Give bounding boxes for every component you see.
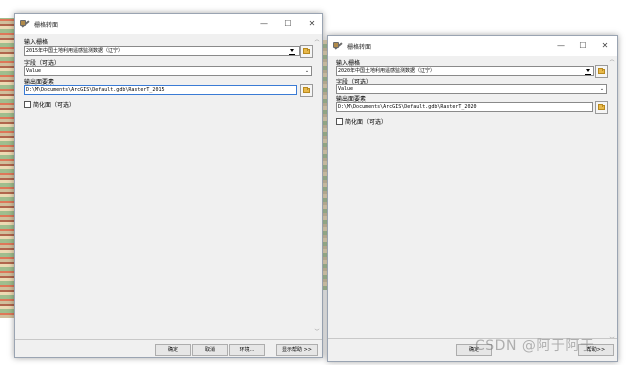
folder-icon [303,87,310,93]
input-raster-dropdown-icon[interactable] [288,47,296,55]
browse-input-button[interactable] [595,65,608,78]
environment-button[interactable]: 环境... [229,344,265,356]
simplify-option[interactable]: 简化面（可选） [336,117,387,126]
input-raster-dropdown-icon[interactable] [584,67,592,75]
simplify-option[interactable]: 简化面（可选） [24,100,75,109]
output-value: D:\M\Documents\ArcGIS\Default.gdb\Raster… [26,87,165,93]
maximize-button[interactable]: ☐ [275,14,301,34]
raster-to-polygon-dialog-2015: 栅格转面 — ☐ ✕ 输入栅格 2015年中国土地利用遥感监测数据（辽宁） 字段… [14,13,323,358]
field-value: Value [26,68,42,74]
close-button[interactable]: ✕ [299,14,325,34]
field-select[interactable]: Value [336,84,607,94]
ok-button[interactable]: 确定 [155,344,191,356]
cancel-button[interactable]: 取消 [192,344,228,356]
show-help-button[interactable]: 显示帮助 >> [276,344,318,356]
csdn-watermark: CSDN @阿于阿于 [475,338,595,354]
close-button[interactable]: ✕ [592,36,618,56]
dialog-title: 栅格转面 [347,43,372,51]
minimize-button[interactable]: — [251,14,277,34]
browse-input-button[interactable] [300,45,313,58]
output-features-input[interactable]: D:\M\Documents\ArcGIS\Default.gdb\Raster… [24,85,297,95]
input-raster-combo[interactable]: 2015年中国土地利用遥感监测数据（辽宁） [24,46,300,56]
map-background-strip [0,18,14,318]
simplify-checkbox[interactable] [24,101,31,108]
raster-to-polygon-dialog-2020: 栅格转面 — ☐ ✕ 输入栅格 2020年中国土地利用遥感监测数据（辽宁） 字段… [327,35,618,362]
tool-icon [333,41,343,51]
chevron-down-icon[interactable]: ⌄ [598,85,606,93]
folder-icon [598,104,605,110]
input-raster-combo[interactable]: 2020年中国土地利用遥感监测数据（辽宁） [336,66,594,76]
field-value: Value [338,86,354,92]
simplify-label: 简化面（可选） [33,102,76,109]
folder-icon [303,48,310,54]
browse-output-button[interactable] [300,84,313,97]
scroll-up-icon[interactable]: ︿ [313,36,321,44]
title-bar[interactable]: 栅格转面 — ☐ ✕ [15,14,322,34]
vertical-scrollbar[interactable]: ︿ ﹀ [313,36,321,336]
title-bar[interactable]: 栅格转面 — ☐ ✕ [328,36,617,56]
tool-icon [20,19,30,29]
dialog-title: 栅格转面 [34,21,59,29]
scroll-down-icon[interactable]: ﹀ [313,328,321,336]
simplify-checkbox[interactable] [336,118,343,125]
field-select[interactable]: Value [24,66,312,76]
output-features-input[interactable]: D:\M\Documents\ArcGIS\Default.gdb\Raster… [336,102,593,112]
input-raster-value: 2020年中国土地利用遥感监测数据（辽宁） [338,68,436,74]
chevron-down-icon[interactable]: ⌄ [303,67,311,75]
scroll-up-icon[interactable]: ︿ [608,56,616,64]
input-raster-value: 2015年中国土地利用遥感监测数据（辽宁） [26,48,124,54]
folder-icon [598,68,605,74]
browse-output-button[interactable] [595,101,608,114]
input-raster-label: 输入栅格 [24,39,49,46]
vertical-scrollbar[interactable]: ︿ ﹀ [608,56,616,344]
output-value: D:\M\Documents\ArcGIS\Default.gdb\Raster… [338,104,477,110]
button-bar-divider [15,339,322,340]
simplify-label: 简化面（可选） [345,119,388,126]
